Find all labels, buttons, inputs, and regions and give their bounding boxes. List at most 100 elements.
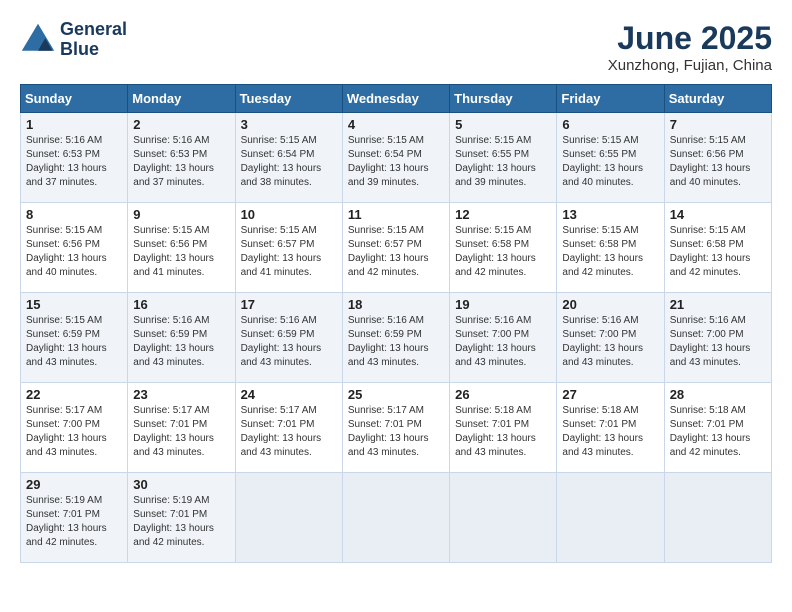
calendar-cell (664, 473, 771, 563)
calendar-cell: 1 Sunrise: 5:16 AMSunset: 6:53 PMDayligh… (21, 113, 128, 203)
day-number: 10 (241, 207, 337, 222)
calendar-cell: 5 Sunrise: 5:15 AMSunset: 6:55 PMDayligh… (450, 113, 557, 203)
day-number: 7 (670, 117, 766, 132)
calendar-cell: 26 Sunrise: 5:18 AMSunset: 7:01 PMDaylig… (450, 383, 557, 473)
day-number: 5 (455, 117, 551, 132)
day-info: Sunrise: 5:15 AMSunset: 6:58 PMDaylight:… (670, 224, 766, 280)
day-info: Sunrise: 5:18 AMSunset: 7:01 PMDaylight:… (670, 404, 766, 460)
day-number: 29 (26, 477, 122, 492)
day-info: Sunrise: 5:15 AMSunset: 6:58 PMDaylight:… (455, 224, 551, 280)
day-info: Sunrise: 5:15 AMSunset: 6:55 PMDaylight:… (562, 134, 658, 190)
day-number: 8 (26, 207, 122, 222)
day-number: 14 (670, 207, 766, 222)
calendar-cell: 16 Sunrise: 5:16 AMSunset: 6:59 PMDaylig… (128, 293, 235, 383)
day-info: Sunrise: 5:17 AMSunset: 7:01 PMDaylight:… (241, 404, 337, 460)
day-info: Sunrise: 5:16 AMSunset: 6:59 PMDaylight:… (241, 314, 337, 370)
calendar-cell: 29 Sunrise: 5:19 AMSunset: 7:01 PMDaylig… (21, 473, 128, 563)
day-number: 24 (241, 387, 337, 402)
day-info: Sunrise: 5:15 AMSunset: 6:57 PMDaylight:… (241, 224, 337, 280)
day-number: 3 (241, 117, 337, 132)
day-number: 19 (455, 297, 551, 312)
calendar-cell: 8 Sunrise: 5:15 AMSunset: 6:56 PMDayligh… (21, 203, 128, 293)
col-tuesday: Tuesday (235, 85, 342, 113)
day-number: 6 (562, 117, 658, 132)
day-number: 26 (455, 387, 551, 402)
calendar-cell: 25 Sunrise: 5:17 AMSunset: 7:01 PMDaylig… (342, 383, 449, 473)
day-info: Sunrise: 5:15 AMSunset: 6:54 PMDaylight:… (348, 134, 444, 190)
day-number: 23 (133, 387, 229, 402)
calendar-cell (450, 473, 557, 563)
logo-text: General Blue (60, 20, 127, 60)
day-info: Sunrise: 5:18 AMSunset: 7:01 PMDaylight:… (455, 404, 551, 460)
day-info: Sunrise: 5:17 AMSunset: 7:01 PMDaylight:… (133, 404, 229, 460)
day-number: 22 (26, 387, 122, 402)
day-info: Sunrise: 5:16 AMSunset: 6:53 PMDaylight:… (133, 134, 229, 190)
calendar-cell: 27 Sunrise: 5:18 AMSunset: 7:01 PMDaylig… (557, 383, 664, 473)
day-number: 21 (670, 297, 766, 312)
day-info: Sunrise: 5:16 AMSunset: 6:53 PMDaylight:… (26, 134, 122, 190)
day-number: 28 (670, 387, 766, 402)
day-info: Sunrise: 5:19 AMSunset: 7:01 PMDaylight:… (26, 494, 122, 550)
day-number: 9 (133, 207, 229, 222)
calendar-cell: 11 Sunrise: 5:15 AMSunset: 6:57 PMDaylig… (342, 203, 449, 293)
month-title: June 2025 (608, 20, 772, 57)
calendar-cell: 24 Sunrise: 5:17 AMSunset: 7:01 PMDaylig… (235, 383, 342, 473)
calendar-row: 15 Sunrise: 5:15 AMSunset: 6:59 PMDaylig… (21, 293, 772, 383)
col-saturday: Saturday (664, 85, 771, 113)
day-info: Sunrise: 5:15 AMSunset: 6:58 PMDaylight:… (562, 224, 658, 280)
day-number: 2 (133, 117, 229, 132)
calendar-cell: 28 Sunrise: 5:18 AMSunset: 7:01 PMDaylig… (664, 383, 771, 473)
calendar-cell: 9 Sunrise: 5:15 AMSunset: 6:56 PMDayligh… (128, 203, 235, 293)
title-area: June 2025 Xunzhong, Fujian, China (608, 20, 772, 74)
calendar-row: 29 Sunrise: 5:19 AMSunset: 7:01 PMDaylig… (21, 473, 772, 563)
calendar-cell: 22 Sunrise: 5:17 AMSunset: 7:00 PMDaylig… (21, 383, 128, 473)
day-number: 16 (133, 297, 229, 312)
calendar-cell: 17 Sunrise: 5:16 AMSunset: 6:59 PMDaylig… (235, 293, 342, 383)
col-friday: Friday (557, 85, 664, 113)
day-number: 15 (26, 297, 122, 312)
calendar-row: 22 Sunrise: 5:17 AMSunset: 7:00 PMDaylig… (21, 383, 772, 473)
day-info: Sunrise: 5:15 AMSunset: 6:56 PMDaylight:… (670, 134, 766, 190)
calendar-table: Sunday Monday Tuesday Wednesday Thursday… (20, 84, 772, 563)
day-info: Sunrise: 5:17 AMSunset: 7:00 PMDaylight:… (26, 404, 122, 460)
col-sunday: Sunday (21, 85, 128, 113)
calendar-cell: 18 Sunrise: 5:16 AMSunset: 6:59 PMDaylig… (342, 293, 449, 383)
day-info: Sunrise: 5:16 AMSunset: 7:00 PMDaylight:… (455, 314, 551, 370)
calendar-cell: 4 Sunrise: 5:15 AMSunset: 6:54 PMDayligh… (342, 113, 449, 203)
calendar-row: 1 Sunrise: 5:16 AMSunset: 6:53 PMDayligh… (21, 113, 772, 203)
day-number: 11 (348, 207, 444, 222)
header-row: Sunday Monday Tuesday Wednesday Thursday… (21, 85, 772, 113)
calendar-cell: 2 Sunrise: 5:16 AMSunset: 6:53 PMDayligh… (128, 113, 235, 203)
calendar-cell: 7 Sunrise: 5:15 AMSunset: 6:56 PMDayligh… (664, 113, 771, 203)
col-monday: Monday (128, 85, 235, 113)
day-number: 18 (348, 297, 444, 312)
page-header: General Blue June 2025 Xunzhong, Fujian,… (20, 20, 772, 74)
calendar-cell: 10 Sunrise: 5:15 AMSunset: 6:57 PMDaylig… (235, 203, 342, 293)
calendar-cell: 13 Sunrise: 5:15 AMSunset: 6:58 PMDaylig… (557, 203, 664, 293)
calendar-cell: 3 Sunrise: 5:15 AMSunset: 6:54 PMDayligh… (235, 113, 342, 203)
day-info: Sunrise: 5:15 AMSunset: 6:55 PMDaylight:… (455, 134, 551, 190)
calendar-cell (342, 473, 449, 563)
day-number: 1 (26, 117, 122, 132)
day-number: 30 (133, 477, 229, 492)
day-info: Sunrise: 5:15 AMSunset: 6:54 PMDaylight:… (241, 134, 337, 190)
day-number: 17 (241, 297, 337, 312)
day-info: Sunrise: 5:16 AMSunset: 6:59 PMDaylight:… (133, 314, 229, 370)
calendar-cell: 15 Sunrise: 5:15 AMSunset: 6:59 PMDaylig… (21, 293, 128, 383)
col-wednesday: Wednesday (342, 85, 449, 113)
day-number: 27 (562, 387, 658, 402)
col-thursday: Thursday (450, 85, 557, 113)
day-number: 13 (562, 207, 658, 222)
logo-icon (20, 22, 56, 58)
calendar-cell: 30 Sunrise: 5:19 AMSunset: 7:01 PMDaylig… (128, 473, 235, 563)
location: Xunzhong, Fujian, China (608, 57, 772, 74)
calendar-cell: 20 Sunrise: 5:16 AMSunset: 7:00 PMDaylig… (557, 293, 664, 383)
calendar-cell: 14 Sunrise: 5:15 AMSunset: 6:58 PMDaylig… (664, 203, 771, 293)
calendar-cell: 19 Sunrise: 5:16 AMSunset: 7:00 PMDaylig… (450, 293, 557, 383)
day-number: 12 (455, 207, 551, 222)
day-info: Sunrise: 5:15 AMSunset: 6:56 PMDaylight:… (26, 224, 122, 280)
calendar-cell: 12 Sunrise: 5:15 AMSunset: 6:58 PMDaylig… (450, 203, 557, 293)
day-info: Sunrise: 5:17 AMSunset: 7:01 PMDaylight:… (348, 404, 444, 460)
logo: General Blue (20, 20, 127, 60)
calendar-cell (235, 473, 342, 563)
